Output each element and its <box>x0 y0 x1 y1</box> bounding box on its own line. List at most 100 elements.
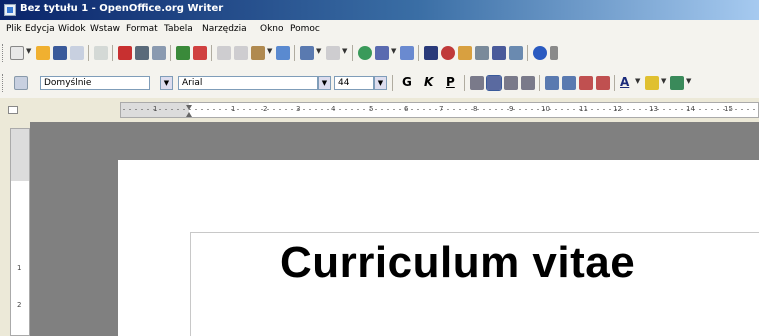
new-dropdown-arrow[interactable]: ▼ <box>26 47 31 55</box>
separator <box>527 45 528 61</box>
vertical-ruler-top-margin <box>11 129 29 181</box>
copy-icon[interactable] <box>234 46 248 60</box>
edit-file-icon[interactable] <box>94 46 108 60</box>
hyperlink-icon[interactable] <box>358 46 372 60</box>
redo-icon[interactable] <box>326 46 340 60</box>
toolbar-grip[interactable] <box>2 74 6 92</box>
underline-icon[interactable]: P <box>446 75 455 89</box>
writer-app-icon[interactable] <box>4 4 16 16</box>
data-sources-icon[interactable] <box>475 46 489 60</box>
title-bar: Bez tytułu 1 - OpenOffice.org Writer <box>0 0 759 20</box>
separator <box>464 75 465 91</box>
menu-window[interactable]: Okno <box>260 24 284 34</box>
clone-formatting-icon[interactable] <box>276 46 290 60</box>
decrease-indent-icon[interactable] <box>579 76 593 90</box>
document-heading[interactable]: Curriculum vitae <box>280 238 635 288</box>
ruler-label: 1 <box>153 105 158 113</box>
separator <box>88 45 89 61</box>
ruler-bar: 1 1 2 3 4 5 6 7 8 9 10 11 12 13 14 15 <box>0 98 759 122</box>
styles-formatting-icon[interactable] <box>14 76 28 90</box>
redo-dropdown-arrow[interactable]: ▼ <box>342 47 347 55</box>
italic-icon[interactable]: K <box>424 75 433 89</box>
window-title: Bez tytułu 1 - OpenOffice.org Writer <box>20 3 224 14</box>
highlighting-icon[interactable] <box>645 76 659 90</box>
autospellcheck-icon[interactable] <box>193 46 207 60</box>
separator <box>294 45 295 61</box>
table-dropdown-arrow[interactable]: ▼ <box>391 47 396 55</box>
undo-icon[interactable] <box>300 46 314 60</box>
menu-table[interactable]: Tabela <box>164 24 193 34</box>
separator <box>211 45 212 61</box>
justify-icon[interactable] <box>521 76 535 90</box>
ruler-label: 12 <box>613 105 622 113</box>
highlighting-dropdown-arrow[interactable]: ▼ <box>661 77 666 85</box>
zoom-icon[interactable] <box>509 46 523 60</box>
numbering-icon[interactable] <box>545 76 559 90</box>
gallery-icon[interactable] <box>458 46 472 60</box>
font-color-dropdown-arrow[interactable]: ▼ <box>635 77 640 85</box>
bold-icon[interactable]: G <box>402 75 412 89</box>
font-dropdown-arrow[interactable]: ▼ <box>318 76 331 90</box>
menu-tools[interactable]: Narzędzia <box>202 24 247 34</box>
paste-dropdown-arrow[interactable]: ▼ <box>267 47 272 55</box>
help-icon[interactable] <box>533 46 547 60</box>
ruler-label: 2 <box>263 105 268 113</box>
open-folder-icon[interactable] <box>36 46 50 60</box>
horizontal-ruler[interactable]: 1 1 2 3 4 5 6 7 8 9 10 11 12 13 14 15 <box>120 102 759 118</box>
save-icon[interactable] <box>53 46 67 60</box>
standard-toolbar: ▼ ▼ ▼ ▼ ▼ <box>0 38 759 69</box>
vertical-ruler[interactable]: 1 2 <box>10 128 30 336</box>
font-name-select[interactable]: Arial <box>178 76 318 90</box>
background-color-icon[interactable] <box>670 76 684 90</box>
font-size-select[interactable]: 44 <box>334 76 374 90</box>
toolbar-options-icon[interactable] <box>550 46 558 60</box>
align-right-icon[interactable] <box>504 76 518 90</box>
background-color-dropdown-arrow[interactable]: ▼ <box>686 77 691 85</box>
align-left-icon[interactable] <box>470 76 484 90</box>
font-color-icon[interactable]: A <box>620 75 629 89</box>
page-preview-icon[interactable] <box>152 46 166 60</box>
formatting-marks-icon[interactable] <box>492 46 506 60</box>
menu-format[interactable]: Format <box>126 24 158 34</box>
menu-help[interactable]: Pomoc <box>290 24 320 34</box>
menu-edit[interactable]: Edycja <box>25 24 55 34</box>
new-document-icon[interactable] <box>10 46 24 60</box>
separator <box>352 45 353 61</box>
ruler-label: 15 <box>724 105 733 113</box>
separator <box>392 75 393 91</box>
spellcheck-icon[interactable] <box>176 46 190 60</box>
increase-indent-icon[interactable] <box>596 76 610 90</box>
find-replace-icon[interactable] <box>424 46 438 60</box>
menu-insert[interactable]: Wstaw <box>90 24 120 34</box>
toolbar-grip[interactable] <box>2 44 6 62</box>
navigator-icon[interactable] <box>441 46 455 60</box>
ruler-label: 3 <box>296 105 301 113</box>
separator <box>418 45 419 61</box>
export-pdf-icon[interactable] <box>118 46 132 60</box>
paste-icon[interactable] <box>251 46 265 60</box>
menu-view[interactable]: Widok <box>58 24 86 34</box>
paragraph-style-select[interactable]: Domyślnie <box>40 76 150 90</box>
separator <box>112 45 113 61</box>
style-dropdown-arrow[interactable]: ▼ <box>160 76 173 90</box>
align-center-icon[interactable] <box>486 75 502 91</box>
table-icon[interactable] <box>375 46 389 60</box>
bullets-icon[interactable] <box>562 76 576 90</box>
email-icon[interactable] <box>70 46 84 60</box>
size-dropdown-arrow[interactable]: ▼ <box>374 76 387 90</box>
ruler-label: 7 <box>439 105 444 113</box>
ruler-label: 8 <box>473 105 478 113</box>
indent-marker-icon[interactable] <box>185 103 193 117</box>
undo-dropdown-arrow[interactable]: ▼ <box>316 47 321 55</box>
left-frame <box>0 122 10 336</box>
show-draw-functions-icon[interactable] <box>400 46 414 60</box>
cut-icon[interactable] <box>217 46 231 60</box>
tab-stop-selector-icon[interactable] <box>8 106 18 114</box>
ruler-label: 5 <box>369 105 374 113</box>
menu-file[interactable]: Plik <box>6 24 22 34</box>
ruler-label: 9 <box>509 105 514 113</box>
ruler-label: 1 <box>231 105 236 113</box>
print-icon[interactable] <box>135 46 149 60</box>
ruler-label: 6 <box>404 105 409 113</box>
vertical-ruler-label: 1 <box>17 264 22 272</box>
